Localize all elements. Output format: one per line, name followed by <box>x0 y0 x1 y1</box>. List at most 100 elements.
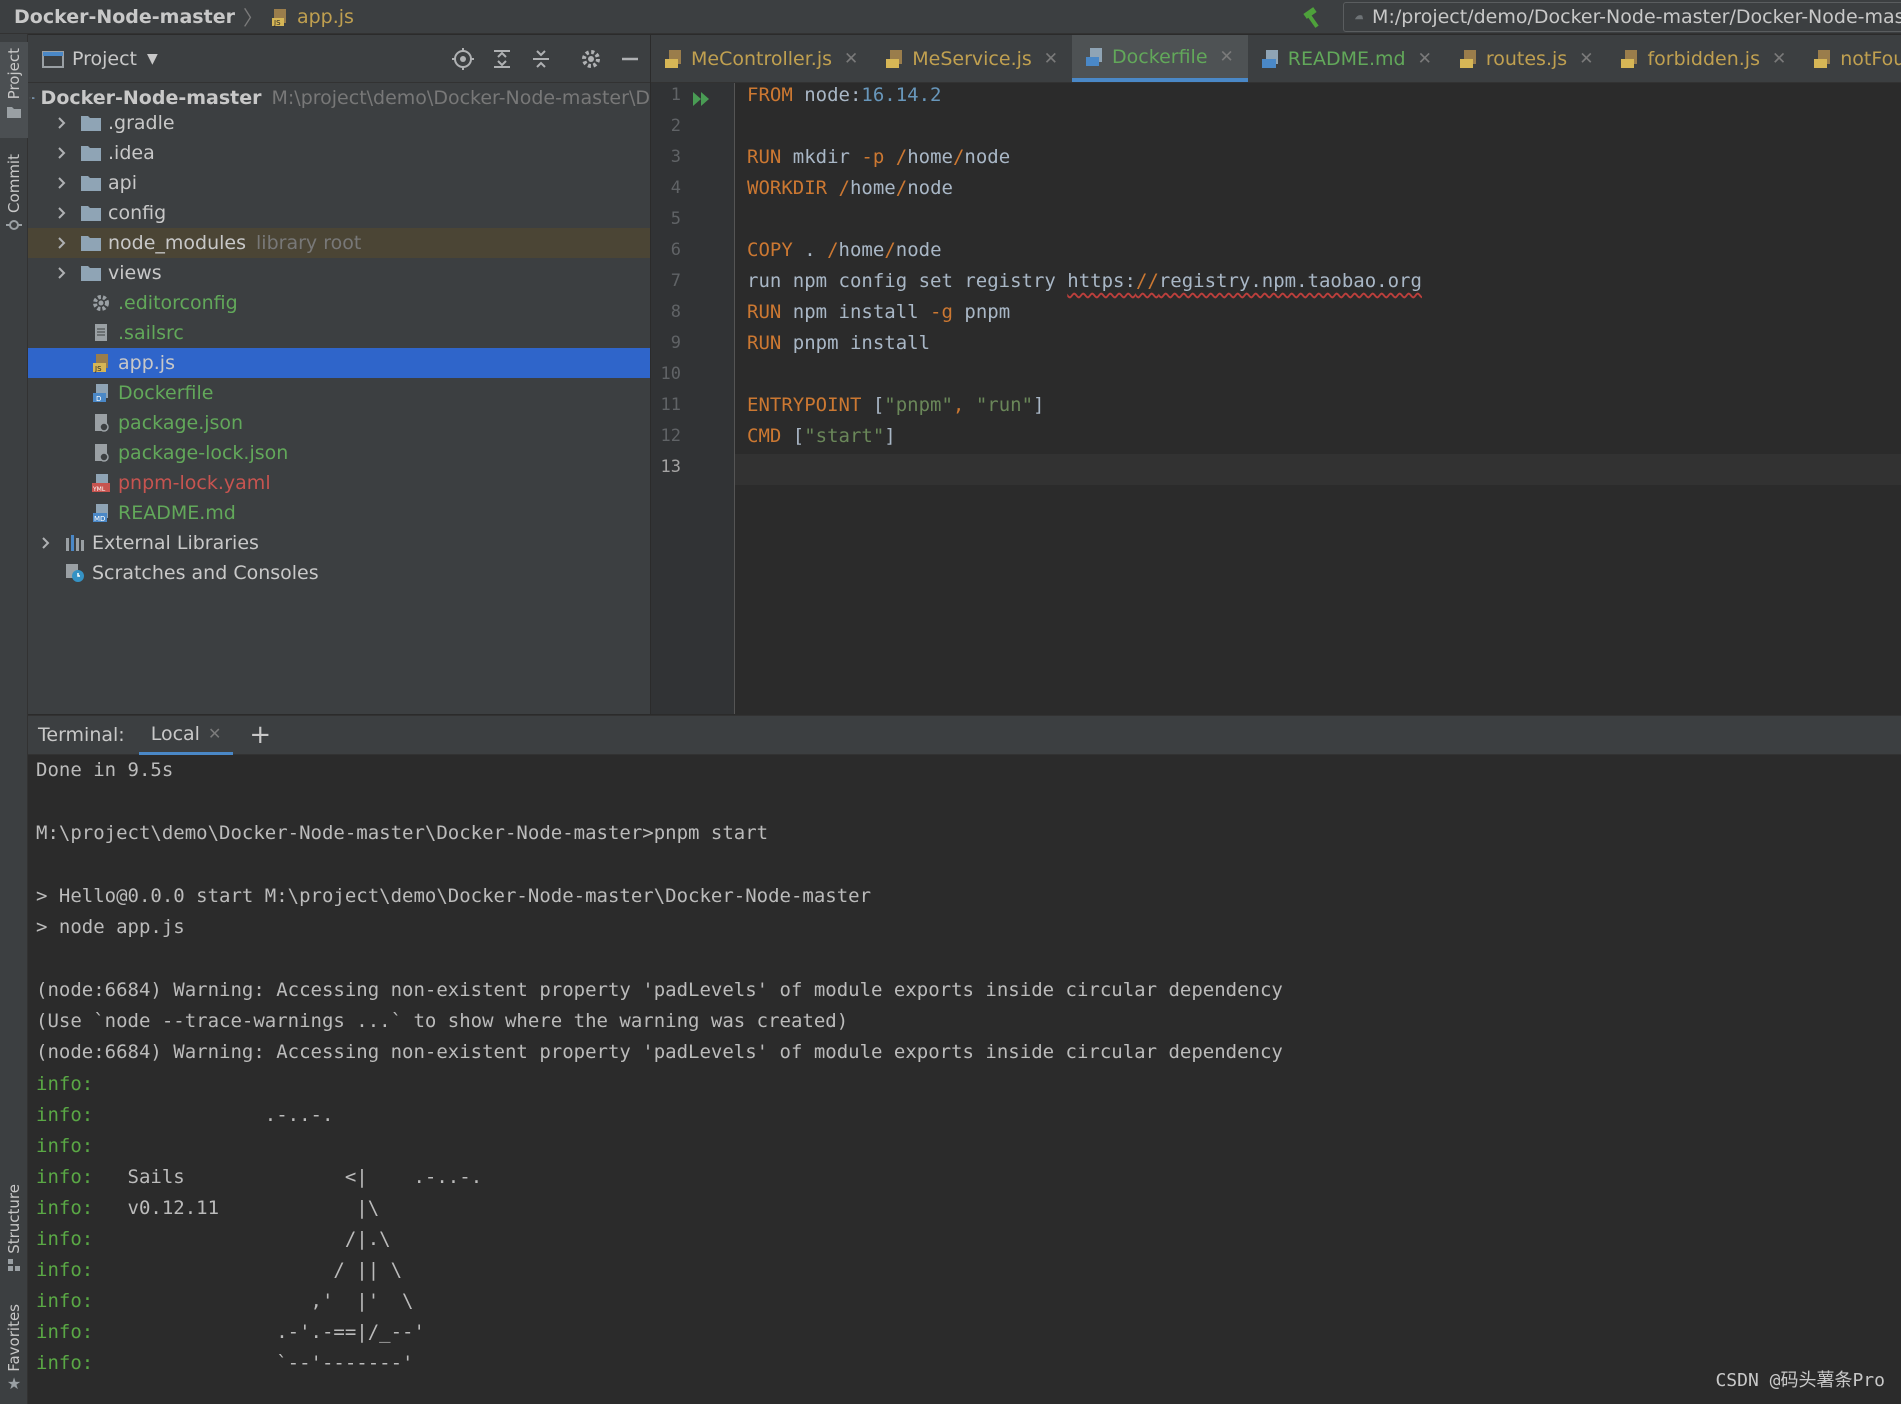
left-tool-strip: Project Commit Structure Favorites ★ <box>0 34 28 1404</box>
gear-icon[interactable] <box>579 47 603 71</box>
line-number: 6 <box>670 240 681 260</box>
run-gutter-icon[interactable] <box>691 89 713 109</box>
structure-tool-label: Structure <box>5 1184 23 1254</box>
tree-item-config[interactable]: config <box>28 198 650 228</box>
chevron-right-icon[interactable] <box>54 265 70 281</box>
tree-item-pnpm-lock-yaml[interactable]: YML pnpm-lock.yaml <box>28 468 650 498</box>
breadcrumb-file-label: app.js <box>296 5 354 28</box>
info-prefix: info: <box>36 1352 94 1374</box>
folder-icon <box>81 176 101 191</box>
favorites-tool-tab[interactable]: Favorites ★ <box>0 1304 28 1393</box>
tree-item-label: config <box>108 202 167 224</box>
project-view-icon <box>42 50 64 68</box>
commit-tool-tab[interactable]: Commit <box>0 154 28 233</box>
code-editor[interactable]: FROM node:16.14.2 RUN mkdir -p /home/nod… <box>735 83 1901 714</box>
info-text: .-'.-==|/_--' <box>93 1321 425 1343</box>
tree-item-api[interactable]: api <box>28 168 650 198</box>
chevron-right-icon[interactable] <box>54 115 70 131</box>
code-line-1: FROM node:16.14.2 <box>747 84 941 106</box>
line-number: 9 <box>670 333 681 353</box>
markdown-file-icon <box>1261 49 1278 68</box>
close-icon[interactable]: ✕ <box>1418 49 1432 69</box>
collapse-all-icon[interactable] <box>529 47 553 71</box>
code-url[interactable]: https://registry.npm.taobao.org <box>1067 270 1422 292</box>
close-icon[interactable]: ✕ <box>208 724 221 743</box>
tree-item-app-js[interactable]: JS app.js <box>28 348 650 378</box>
code-line-3: RUN mkdir -p /home/node <box>747 146 1010 168</box>
expand-all-icon[interactable] <box>490 47 514 71</box>
tab-mecontroller[interactable]: MeController.js ✕ <box>651 35 872 82</box>
locate-target-icon[interactable] <box>451 47 475 71</box>
close-icon[interactable]: ✕ <box>844 49 858 69</box>
code-token: home <box>849 177 896 199</box>
code-token: / <box>884 239 896 261</box>
code-line-12: CMD ["start"] <box>747 425 896 447</box>
tree-item-views[interactable]: views <box>28 258 650 288</box>
close-icon[interactable]: ✕ <box>1044 49 1058 69</box>
terminal-info-line: info: Sails <| .-..-. <box>36 1166 482 1188</box>
add-icon[interactable]: + <box>249 720 271 750</box>
yaml-file-icon: YML <box>92 474 110 493</box>
structure-tool-tab[interactable]: Structure <box>0 1184 28 1272</box>
breadcrumb-project[interactable]: Docker-Node-master <box>14 6 235 28</box>
tree-item-editorconfig[interactable]: .editorconfig <box>28 288 650 318</box>
code-token: [ <box>861 394 885 416</box>
breadcrumb-file[interactable]: JS app.js <box>271 6 354 28</box>
tab-readme[interactable]: README.md ✕ <box>1248 35 1446 82</box>
chevron-right-icon[interactable] <box>54 145 70 161</box>
tree-item-sailsrc[interactable]: .sailsrc <box>28 318 650 348</box>
tree-item-idea[interactable]: .idea <box>28 138 650 168</box>
code-token: npm install <box>781 301 931 323</box>
project-tool-tab[interactable]: Project <box>0 42 28 138</box>
code-token: ENTRYPOINT <box>747 394 862 416</box>
line-number: 12 <box>660 426 681 446</box>
chevron-right-icon[interactable] <box>38 535 54 551</box>
code-token: COPY <box>747 239 793 261</box>
markdown-file-icon: MD <box>93 504 108 523</box>
tree-item-package-json[interactable]: package.json <box>28 408 650 438</box>
terminal-line: (node:6684) Warning: Accessing non-exist… <box>36 1041 1283 1063</box>
tab-notfound[interactable]: notFound.js ✕ <box>1800 35 1901 82</box>
terminal-info-line: info: .-..-. <box>36 1104 333 1126</box>
tree-item-gradle[interactable]: .gradle <box>28 108 650 138</box>
tree-item-label: .editorconfig <box>118 292 238 314</box>
code-token: pnpm <box>952 301 1011 323</box>
terminal-output[interactable]: Done in 9.5s M:\project\demo\Docker-Node… <box>28 755 1901 1404</box>
tab-dockerfile[interactable]: Dockerfile ✕ <box>1072 35 1248 82</box>
tab-forbidden[interactable]: forbidden.js ✕ <box>1607 35 1800 82</box>
chevron-down-icon[interactable] <box>29 90 31 106</box>
info-text: `--'-------' <box>93 1352 414 1374</box>
terminal-line: Done in 9.5s <box>36 759 174 781</box>
close-icon[interactable]: ✕ <box>1220 47 1234 67</box>
tree-item-label: pnpm-lock.yaml <box>118 472 271 494</box>
tab-routes[interactable]: routes.js ✕ <box>1446 35 1608 82</box>
info-prefix: info: <box>36 1259 94 1281</box>
code-token: / <box>895 177 908 199</box>
chevron-right-icon[interactable] <box>54 205 70 221</box>
tab-meservice[interactable]: MeService.js ✕ <box>872 35 1072 82</box>
terminal-title: Terminal: <box>38 724 125 746</box>
info-prefix: info: <box>36 1290 94 1312</box>
tree-item-node-modules[interactable]: node_modules library root <box>28 228 650 258</box>
chevron-down-icon[interactable]: ▼ <box>147 51 158 67</box>
tree-item-dockerfile[interactable]: D Dockerfile <box>28 378 650 408</box>
run-configuration-selector[interactable]: M:/project/demo/Docker-Node-master/Docke… <box>1343 2 1901 32</box>
terminal-tab-local[interactable]: Local ✕ <box>138 716 234 755</box>
project-view-title[interactable]: Project <box>72 48 137 70</box>
tree-item-readme[interactable]: MD README.md <box>28 498 650 528</box>
close-icon[interactable]: ✕ <box>1579 49 1593 69</box>
structure-icon <box>8 1258 20 1271</box>
terminal-info-line: info: / || \ <box>36 1259 402 1281</box>
chevron-right-icon[interactable] <box>54 235 70 251</box>
js-file-icon: JS <box>93 354 108 373</box>
close-icon[interactable]: ✕ <box>1772 49 1786 69</box>
hide-panel-icon[interactable] <box>618 47 642 71</box>
info-prefix: info: <box>36 1135 94 1157</box>
tree-item-external-libraries[interactable]: External Libraries <box>28 528 650 558</box>
chevron-right-icon[interactable] <box>54 175 70 191</box>
tree-item-scratches[interactable]: Scratches and Consoles <box>28 558 650 588</box>
svg-text:JS: JS <box>94 365 102 373</box>
build-hammer-icon[interactable] <box>1300 4 1326 30</box>
tree-item-package-lock-json[interactable]: package-lock.json <box>28 438 650 468</box>
